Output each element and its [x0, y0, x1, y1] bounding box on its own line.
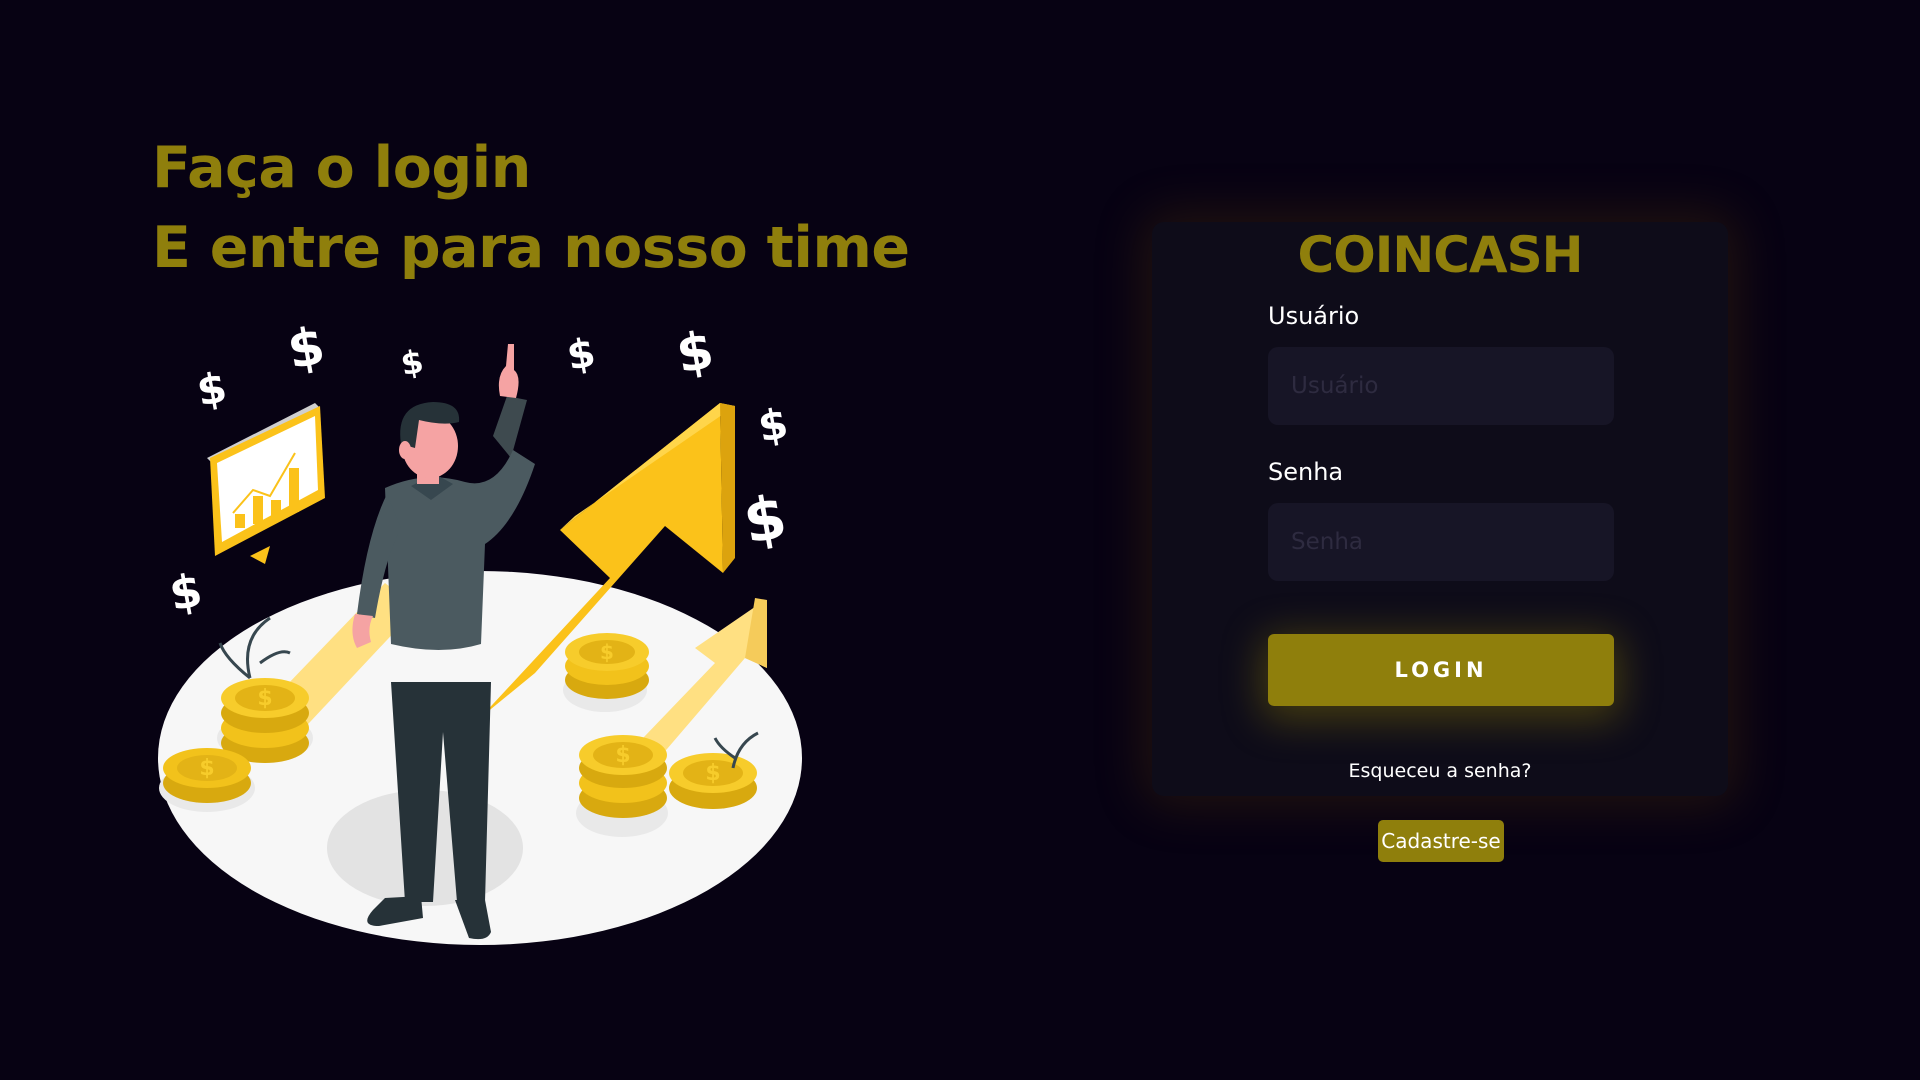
chart-board-icon — [207, 403, 325, 564]
username-label: Usuário — [1268, 302, 1360, 330]
svg-text:$: $ — [564, 330, 599, 380]
svg-text:$: $ — [600, 640, 614, 664]
svg-text:$: $ — [199, 756, 214, 781]
investment-growth-illustration: $ $ $ $ $ $ $ $ $ $ $ $ $ — [158, 318, 802, 945]
svg-text:$: $ — [615, 743, 630, 768]
username-input[interactable] — [1268, 347, 1614, 425]
hero-heading-line-1: Faça o login — [152, 135, 531, 201]
register-button[interactable]: Cadastre-se — [1378, 820, 1504, 862]
svg-text:$: $ — [738, 482, 791, 558]
svg-text:$: $ — [165, 563, 206, 622]
login-page: Faça o login E entre para nosso time $ $… — [0, 0, 1920, 1080]
hero-heading-line-2: E entre para nosso time — [152, 215, 910, 281]
login-button[interactable]: LOGIN — [1268, 634, 1614, 706]
brand-title: COINCASH — [1297, 226, 1584, 284]
svg-text:$: $ — [398, 342, 427, 383]
hero-heading: Faça o login E entre para nosso time — [152, 128, 910, 288]
login-card: COINCASH Usuário Senha LOGIN Esqueceu a … — [1152, 222, 1728, 796]
svg-text:$: $ — [705, 761, 720, 786]
password-label: Senha — [1268, 458, 1344, 486]
password-input[interactable] — [1268, 503, 1614, 581]
svg-text:$: $ — [283, 318, 329, 381]
svg-text:$: $ — [193, 362, 230, 415]
svg-text:$: $ — [754, 398, 791, 451]
svg-text:$: $ — [672, 320, 718, 385]
svg-text:$: $ — [257, 686, 272, 711]
forgot-password-link[interactable]: Esqueceu a senha? — [1152, 760, 1728, 782]
